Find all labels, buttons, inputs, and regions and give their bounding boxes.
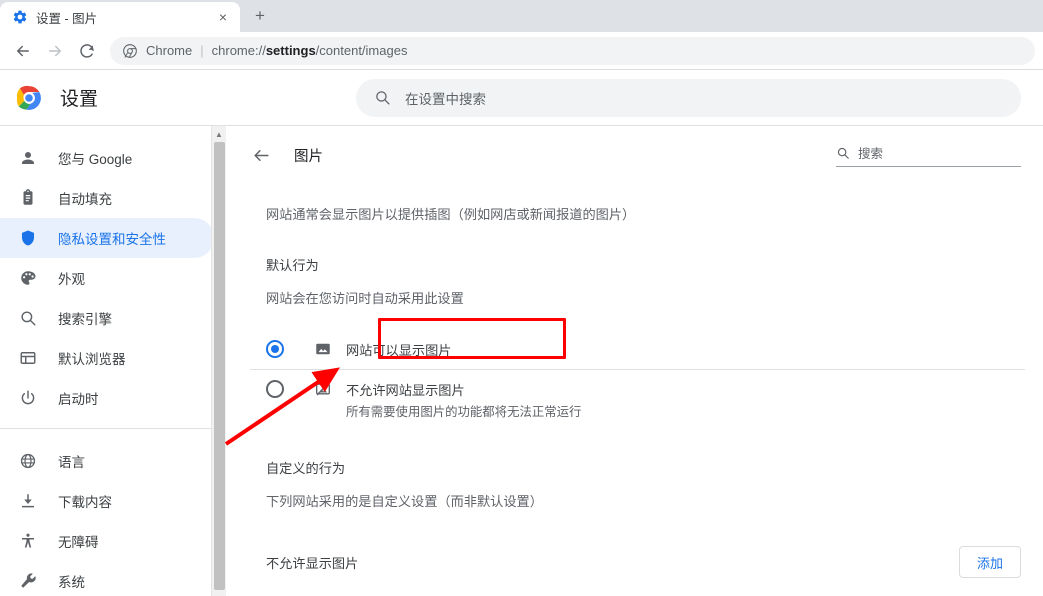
sidebar-item-languages[interactable]: 语言 xyxy=(0,441,214,481)
radio-option-block-images[interactable]: 不允许网站显示图片 所有需要使用图片的功能都将无法正常运行 xyxy=(250,370,1025,426)
main-content: 图片 搜索 网站通常会显示图片以提供插图（例如网店或新闻报道的图片） 默认行为 … xyxy=(226,126,1043,596)
scrollbar-thumb[interactable] xyxy=(214,142,225,590)
radio-button-unselected[interactable] xyxy=(266,380,284,398)
arrow-left-icon xyxy=(253,149,269,161)
close-icon[interactable]: × xyxy=(214,8,232,26)
sidebar-item-default-browser[interactable]: 默认浏览器 xyxy=(0,338,214,378)
arrow-right-icon xyxy=(49,45,61,56)
new-tab-button[interactable]: + xyxy=(246,2,274,30)
custom-behavior-subtitle: 下列网站采用的是自定义设置（而非默认设置） xyxy=(266,494,543,509)
globe-icon xyxy=(18,451,38,471)
chrome-icon xyxy=(123,43,137,58)
sidebar-item-label: 外观 xyxy=(58,272,85,287)
option-label: 不允许网站显示图片 xyxy=(346,383,465,398)
page-title: 设置 xyxy=(60,89,99,110)
arrow-left-icon xyxy=(17,45,29,56)
chrome-browser-window: 设置 - 图片 × + Chrome | chrome://settings/c… xyxy=(0,0,1043,596)
reload-icon xyxy=(80,43,94,58)
option-label: 网站可以显示图片 xyxy=(346,342,452,358)
default-behavior-subtitle: 网站会在您访问时自动采用此设置 xyxy=(266,291,464,306)
sidebar-item-search-engine[interactable]: 搜索引擎 xyxy=(0,298,214,338)
sidebar-item-downloads[interactable]: 下载内容 xyxy=(0,481,214,521)
sidebar-group-secondary: 语言 下载内容 无障碍 系统 xyxy=(0,441,226,596)
search-icon xyxy=(376,91,390,105)
omnibox-url: chrome://settings/content/images xyxy=(212,43,408,58)
accessibility-icon xyxy=(18,531,38,551)
sidebar-item-label: 下载内容 xyxy=(58,495,112,510)
sidebar-divider xyxy=(0,428,226,429)
download-icon xyxy=(18,491,38,511)
omnibox-separator: | xyxy=(200,43,204,58)
subpage-header: 图片 搜索 xyxy=(250,126,1025,184)
subpage-search-placeholder: 搜索 xyxy=(858,147,884,161)
subpage-title: 图片 xyxy=(294,148,323,165)
browser-toolbar: Chrome | chrome://settings/content/image… xyxy=(0,32,1043,70)
option-texts: 网站可以显示图片 xyxy=(346,340,452,359)
omnibox-scheme-label: Chrome xyxy=(146,43,193,58)
power-icon xyxy=(18,388,38,408)
settings-search-box[interactable]: 在设置中搜索 xyxy=(356,78,1021,117)
tab-title: 设置 - 图片 xyxy=(36,11,98,26)
sidebar-item-on-startup[interactable]: 启动时 xyxy=(0,378,214,418)
sidebar-item-label: 自动填充 xyxy=(58,192,112,207)
custom-behavior-title: 自定义的行为 xyxy=(266,461,346,476)
subpage-back-button[interactable] xyxy=(250,144,272,166)
block-list-label: 不允许显示图片 xyxy=(266,555,359,571)
search-icon xyxy=(837,147,849,159)
subpage-search-field[interactable]: 搜索 xyxy=(836,143,1021,167)
sidebar-item-autofill[interactable]: 自动填充 xyxy=(0,178,214,218)
tab-strip: 设置 - 图片 × + xyxy=(0,0,1043,32)
sidebar-item-label: 搜索引擎 xyxy=(58,312,112,327)
shield-icon xyxy=(18,228,38,248)
sidebar-item-label: 您与 Google xyxy=(58,152,133,167)
scroll-up-arrow-icon[interactable]: ▲ xyxy=(212,126,226,142)
tab-settings[interactable]: 设置 - 图片 × xyxy=(0,2,240,32)
option-texts: 不允许网站显示图片 所有需要使用图片的功能都将无法正常运行 xyxy=(346,380,581,420)
browser-window-icon xyxy=(18,348,38,368)
settings-search-placeholder: 在设置中搜索 xyxy=(405,91,486,107)
add-site-button[interactable]: 添加 xyxy=(959,546,1021,578)
block-list-row: 不允许显示图片 添加 xyxy=(250,546,1025,578)
images-description: 网站通常会显示图片以提供插图（例如网店或新闻报道的图片） xyxy=(266,207,636,222)
option-sublabel: 所有需要使用图片的功能都将无法正常运行 xyxy=(346,405,582,419)
reload-button[interactable] xyxy=(72,36,102,66)
default-behavior-title: 默认行为 xyxy=(266,258,319,273)
image-icon xyxy=(314,340,332,358)
sidebar-item-label: 系统 xyxy=(58,575,85,590)
settings-brand: 设置 xyxy=(16,84,356,111)
url-bold-part: settings xyxy=(265,43,316,58)
default-behavior-radio-group: 网站可以显示图片 不允许网站显示图片 所有需要使用图片的功能都将无法正常运行 xyxy=(250,329,1025,426)
settings-main-panel: 图片 搜索 网站通常会显示图片以提供插图（例如网店或新闻报道的图片） 默认行为 … xyxy=(226,126,1043,596)
address-bar[interactable]: Chrome | chrome://settings/content/image… xyxy=(110,36,1035,65)
clipboard-icon xyxy=(18,188,38,208)
sidebar-item-accessibility[interactable]: 无障碍 xyxy=(0,521,214,561)
sidebar-group-primary: 您与 Google 自动填充 隐私设置和安全性 外观 搜索引擎 默认浏览器 启动… xyxy=(0,138,226,418)
sidebar-scrollbar[interactable]: ▲ xyxy=(211,126,226,596)
sidebar-item-label: 默认浏览器 xyxy=(58,352,126,367)
sidebar-item-system[interactable]: 系统 xyxy=(0,561,214,596)
sidebar-item-you-and-google[interactable]: 您与 Google xyxy=(0,138,214,178)
back-button[interactable] xyxy=(8,36,38,66)
chrome-logo-icon xyxy=(16,85,41,110)
image-blocked-icon xyxy=(314,380,332,398)
sidebar-item-label: 启动时 xyxy=(58,392,99,407)
sidebar-item-label: 语言 xyxy=(58,455,85,470)
settings-sidebar: 您与 Google 自动填充 隐私设置和安全性 外观 搜索引擎 默认浏览器 启动… xyxy=(0,126,226,596)
settings-body: 您与 Google 自动填充 隐私设置和安全性 外观 搜索引擎 默认浏览器 启动… xyxy=(0,126,1043,596)
sidebar-item-label: 隐私设置和安全性 xyxy=(58,232,166,247)
url-suffix: /content/images xyxy=(315,43,408,58)
forward-button[interactable] xyxy=(40,36,70,66)
search-icon xyxy=(18,308,38,328)
palette-icon xyxy=(18,268,38,288)
sidebar-item-appearance[interactable]: 外观 xyxy=(0,258,214,298)
person-icon xyxy=(18,148,38,168)
url-prefix: chrome:// xyxy=(211,43,266,58)
sidebar-item-label: 无障碍 xyxy=(58,535,99,550)
sidebar-item-privacy-and-security[interactable]: 隐私设置和安全性 xyxy=(0,218,214,258)
radio-option-allow-images[interactable]: 网站可以显示图片 xyxy=(250,329,1025,369)
radio-button-selected[interactable] xyxy=(266,340,284,358)
wrench-icon xyxy=(18,571,38,591)
gear-icon xyxy=(13,10,27,24)
settings-header: 设置 在设置中搜索 xyxy=(0,70,1043,126)
